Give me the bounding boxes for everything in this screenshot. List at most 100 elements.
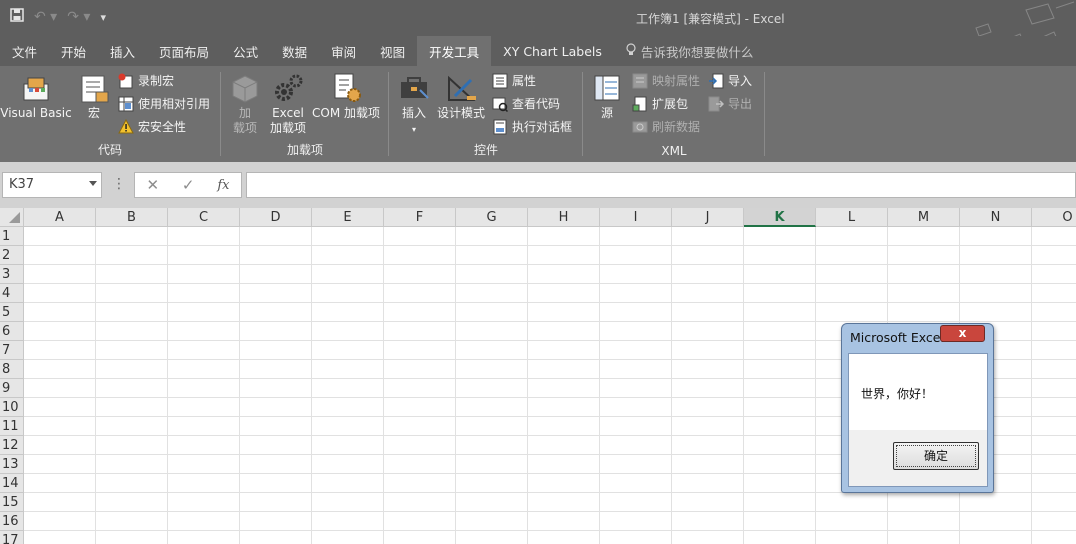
row-header-7[interactable]: 7 (0, 341, 24, 360)
row-header-14[interactable]: 14 (0, 474, 24, 493)
formula-input[interactable] (246, 172, 1076, 198)
customize-qat-icon[interactable]: ▾ (100, 11, 106, 24)
select-all-button[interactable] (0, 208, 24, 227)
addins-button[interactable]: 加 载项 (228, 72, 262, 136)
grid-line (1031, 227, 1032, 544)
grid-line (24, 530, 1076, 531)
column-header-o[interactable]: O (1032, 208, 1076, 227)
tab-view[interactable]: 视图 (368, 36, 417, 66)
insert-control-button[interactable]: 插入 ▾ (396, 72, 432, 137)
design-mode-button[interactable]: 设计模式 (436, 72, 486, 121)
excel-addins-button[interactable]: Excel 加载项 (266, 72, 310, 136)
column-header-a[interactable]: A (24, 208, 96, 227)
tell-me-box[interactable]: 告诉我你想要做什么 (614, 36, 766, 66)
cancel-icon[interactable]: ✕ (146, 176, 159, 194)
enter-icon[interactable]: ✓ (182, 176, 195, 194)
warning-icon (118, 118, 134, 133)
name-box-dropdown-icon[interactable] (89, 181, 97, 186)
dialog-title: Microsoft Excel (850, 330, 944, 345)
chevron-down-icon: ▾ (411, 125, 416, 134)
row-header-11[interactable]: 11 (0, 417, 24, 436)
grid-line (24, 264, 1076, 265)
ribbon: Visual Basic 宏 录制宏 使用相对引用 宏安全性 代码 加 载项 E… (0, 66, 1076, 162)
group-code: Visual Basic 宏 录制宏 使用相对引用 宏安全性 代码 (0, 66, 220, 162)
relative-reference-button[interactable]: 使用相对引用 (118, 95, 210, 112)
tab-page-layout[interactable]: 页面布局 (147, 36, 221, 66)
visual-basic-label: Visual Basic (0, 106, 72, 120)
column-header-m[interactable]: M (888, 208, 960, 227)
row-header-1[interactable]: 1 (0, 227, 24, 246)
expansion-packs-label: 扩展包 (652, 97, 689, 111)
column-header-d[interactable]: D (240, 208, 312, 227)
visual-basic-icon (23, 77, 49, 101)
tab-insert[interactable]: 插入 (98, 36, 147, 66)
column-header-e[interactable]: E (312, 208, 384, 227)
insert-function-icon[interactable]: fx (217, 178, 229, 193)
visual-basic-button[interactable]: Visual Basic (0, 72, 72, 121)
relative-reference-label: 使用相对引用 (138, 97, 211, 111)
row-header-16[interactable]: 16 (0, 512, 24, 531)
row-header-17[interactable]: 17 (0, 531, 24, 544)
formula-bar: K37 ⋮ ✕ ✓ fx (0, 162, 1076, 208)
grid-line (24, 321, 1076, 322)
view-code-button[interactable]: 查看代码 (492, 95, 560, 112)
properties-label: 属性 (512, 74, 537, 88)
redo-icon[interactable]: ↷ ▾ (67, 9, 90, 25)
excel-addins-label-line2: 加载项 (269, 121, 306, 135)
grid-line (95, 227, 96, 544)
xml-import-button[interactable]: 导入 (708, 72, 752, 89)
column-header-b[interactable]: B (96, 208, 168, 227)
column-header-g[interactable]: G (456, 208, 528, 227)
row-header-12[interactable]: 12 (0, 436, 24, 455)
tab-home[interactable]: 开始 (49, 36, 98, 66)
column-header-n[interactable]: N (960, 208, 1032, 227)
column-header-j[interactable]: J (672, 208, 744, 227)
refresh-data-button[interactable]: 刷新数据 (632, 118, 700, 135)
row-header-10[interactable]: 10 (0, 398, 24, 417)
xml-export-button[interactable]: 导出 (708, 95, 752, 112)
column-header-i[interactable]: I (600, 208, 672, 227)
run-dialog-button[interactable]: 执行对话框 (492, 118, 572, 135)
ok-button[interactable]: 确定 (893, 442, 979, 470)
row-header-3[interactable]: 3 (0, 265, 24, 284)
row-header-5[interactable]: 5 (0, 303, 24, 322)
properties-button[interactable]: 属性 (492, 72, 536, 89)
row-header-8[interactable]: 8 (0, 360, 24, 379)
row-header-4[interactable]: 4 (0, 284, 24, 303)
tab-developer[interactable]: 开发工具 (417, 36, 492, 66)
com-addins-icon (334, 73, 361, 102)
tab-file[interactable]: 文件 (0, 36, 49, 66)
row-header-13[interactable]: 13 (0, 455, 24, 474)
grid-line (527, 227, 528, 544)
column-header-k[interactable]: K (744, 208, 816, 227)
tab-xy-chart-labels[interactable]: XY Chart Labels (491, 36, 614, 66)
column-header-h[interactable]: H (528, 208, 600, 227)
xml-source-button[interactable]: 源 (590, 72, 624, 121)
macros-button[interactable]: 宏 (76, 72, 112, 121)
com-addins-button[interactable]: COM 加载项 (310, 72, 382, 121)
dialog-close-button[interactable]: x (940, 325, 985, 342)
map-properties-button[interactable]: 映射属性 (632, 72, 700, 89)
column-header-c[interactable]: C (168, 208, 240, 227)
expansion-packs-button[interactable]: 扩展包 (632, 95, 688, 112)
name-box[interactable]: K37 (2, 172, 102, 198)
name-box-value: K37 (9, 177, 35, 192)
save-icon[interactable] (10, 8, 24, 26)
view-code-label: 查看代码 (512, 97, 561, 111)
macro-security-label: 宏安全性 (138, 120, 187, 134)
macro-security-button[interactable]: 宏安全性 (118, 118, 186, 135)
row-header-2[interactable]: 2 (0, 246, 24, 265)
tab-review[interactable]: 审阅 (319, 36, 368, 66)
tab-data[interactable]: 数据 (270, 36, 319, 66)
formula-bar-splitter[interactable]: ⋮ (112, 176, 126, 192)
row-header-9[interactable]: 9 (0, 379, 24, 398)
column-header-f[interactable]: F (384, 208, 456, 227)
column-header-l[interactable]: L (816, 208, 888, 227)
tab-formulas[interactable]: 公式 (221, 36, 270, 66)
refresh-data-label: 刷新数据 (652, 120, 701, 134)
row-header-15[interactable]: 15 (0, 493, 24, 512)
record-macro-button[interactable]: 录制宏 (118, 72, 174, 89)
row-header-6[interactable]: 6 (0, 322, 24, 341)
undo-icon[interactable]: ↶ ▾ (34, 9, 57, 25)
ribbon-separator (582, 72, 583, 156)
